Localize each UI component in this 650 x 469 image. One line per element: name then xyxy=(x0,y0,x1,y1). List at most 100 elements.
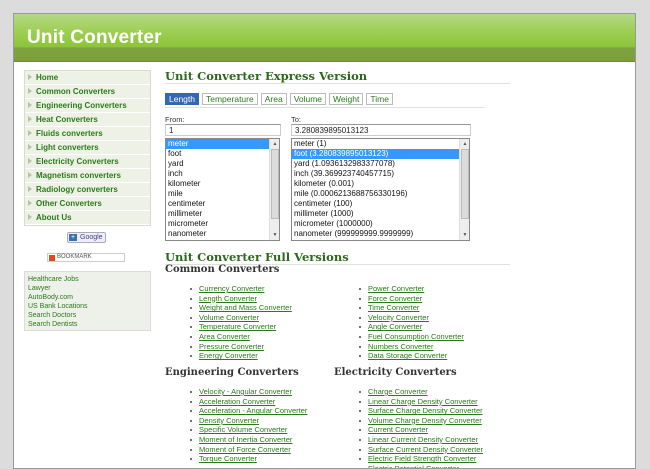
list-item: Power Converter xyxy=(359,284,464,294)
unit-option[interactable]: nanometer (999999999.9999999) xyxy=(292,229,469,239)
converter-link[interactable]: Velocity Converter xyxy=(368,313,429,322)
converter-link[interactable]: Pressure Converter xyxy=(199,342,264,351)
converter-link[interactable]: Volume Converter xyxy=(199,313,259,322)
list-item: Volume Charge Density Converter xyxy=(359,416,483,426)
unit-option[interactable]: millimeter xyxy=(166,209,279,219)
tab-length[interactable]: Length xyxy=(165,93,199,105)
converter-link[interactable]: Volume Charge Density Converter xyxy=(368,416,482,425)
converter-link[interactable]: Moment of Inertia Converter xyxy=(199,435,292,444)
unit-option[interactable]: millimeter (1000) xyxy=(292,209,469,219)
bookmark-button[interactable]: BOOKMARK xyxy=(47,253,125,262)
from-input[interactable]: 1 xyxy=(165,124,281,136)
converter-link[interactable]: Numbers Converter xyxy=(368,342,433,351)
scrollbar[interactable]: ▲ ▼ xyxy=(269,139,279,240)
converter-link[interactable]: Energy Converter xyxy=(199,351,258,360)
tab-volume[interactable]: Volume xyxy=(289,93,327,105)
unit-option[interactable]: meter (1) xyxy=(292,139,469,149)
unit-option[interactable]: nanometer xyxy=(166,229,279,239)
sidebar-link[interactable]: Search Doctors xyxy=(28,311,147,320)
menu-item-radiology-converters[interactable]: Radiology converters xyxy=(25,183,150,197)
unit-option[interactable]: foot xyxy=(166,149,279,159)
scroll-down-arrow-icon[interactable]: ▼ xyxy=(270,230,279,240)
unit-option[interactable]: mile (0.0006213688756330196) xyxy=(292,189,469,199)
list-item: Temperature Converter xyxy=(190,322,292,332)
converter-link[interactable]: Linear Current Density Converter xyxy=(368,435,478,444)
scrollbar-thumb[interactable] xyxy=(271,149,279,219)
converter-link[interactable]: Specific Volume Converter xyxy=(199,425,287,434)
sidebar-link[interactable]: Search Dentists xyxy=(28,320,147,329)
converter-link[interactable]: Angle Converter xyxy=(368,322,422,331)
menu-item-common-converters[interactable]: Common Converters xyxy=(25,85,150,99)
tab-weight[interactable]: Weight xyxy=(329,93,364,105)
tab-area[interactable]: Area xyxy=(260,93,287,105)
unit-option[interactable]: yard xyxy=(166,159,279,169)
list-item: Currency Converter xyxy=(190,284,292,294)
scrollbar[interactable]: ▲ ▼ xyxy=(459,139,469,240)
converter-link[interactable]: Data Storage Converter xyxy=(368,351,447,360)
unit-option[interactable]: kilometer xyxy=(166,179,279,189)
converter-link[interactable]: Moment of Force Converter xyxy=(199,445,291,454)
sidebar-menu: Home Common Converters Engineering Convert… xyxy=(24,70,151,226)
scrollbar-thumb[interactable] xyxy=(461,149,469,219)
converter-link[interactable]: Acceleration - Angular Converter xyxy=(199,406,307,415)
converter-link[interactable]: Length Converter xyxy=(199,294,257,303)
scroll-down-arrow-icon[interactable]: ▼ xyxy=(460,230,469,240)
converter-link[interactable]: Electric Potential Converter xyxy=(368,464,459,468)
sidebar-link[interactable]: Healthcare Jobs xyxy=(28,275,147,284)
converter-link[interactable]: Torque Converter xyxy=(199,454,257,463)
scroll-up-arrow-icon[interactable]: ▲ xyxy=(270,139,279,149)
converter-link[interactable]: Temperature Converter xyxy=(199,322,276,331)
from-unit-select[interactable]: meter foot yard inch kilometer mile centimeter… xyxy=(165,138,280,241)
converter-link[interactable]: Power Converter xyxy=(368,284,424,293)
menu-item-light-converters[interactable]: Light converters xyxy=(25,141,150,155)
full-versions-title: Unit Converter Full Versions xyxy=(165,250,349,264)
unit-option[interactable]: foot (3.280839895013123) xyxy=(292,149,469,159)
converter-link[interactable]: Linear Charge Density Converter xyxy=(368,397,478,406)
converter-link[interactable]: Currency Converter xyxy=(199,284,264,293)
unit-option[interactable]: meter xyxy=(166,139,279,149)
list-item: Time Converter xyxy=(359,303,464,313)
converter-link[interactable]: Time Converter xyxy=(368,303,419,312)
to-unit-select[interactable]: meter (1) foot (3.280839895013123) yard (1… xyxy=(291,138,470,241)
site-title[interactable]: Unit Converter xyxy=(27,27,162,49)
unit-option[interactable]: yard (1.0936132983377078) xyxy=(292,159,469,169)
converter-link[interactable]: Electric Field Strength Converter xyxy=(368,454,476,463)
converter-link[interactable]: Fuel Consumption Converter xyxy=(368,332,464,341)
menu-item-electricity-converters[interactable]: Electricity Converters xyxy=(25,155,150,169)
unit-option[interactable]: kilometer (0.001) xyxy=(292,179,469,189)
converter-link[interactable]: Weight and Mass Converter xyxy=(199,303,292,312)
converter-link[interactable]: Current Converter xyxy=(368,425,428,434)
menu-item-home[interactable]: Home xyxy=(25,71,150,85)
menu-item-engineering-converters[interactable]: Engineering Converters xyxy=(25,99,150,113)
tab-temperature[interactable]: Temperature xyxy=(202,93,258,105)
list-item: Electric Field Strength Converter xyxy=(359,454,483,464)
google-bookmark-button[interactable]: Google xyxy=(67,232,106,243)
sidebar-link[interactable]: Lawyer xyxy=(28,284,147,293)
converter-link[interactable]: Area Converter xyxy=(199,332,250,341)
unit-option[interactable]: centimeter xyxy=(166,199,279,209)
unit-option[interactable]: mile xyxy=(166,189,279,199)
menu-item-magnetism-converters[interactable]: Magnetism converters xyxy=(25,169,150,183)
converter-link[interactable]: Charge Converter xyxy=(368,387,428,396)
unit-option[interactable]: inch (39.369923740457715) xyxy=(292,169,469,179)
converter-link[interactable]: Surface Charge Density Converter xyxy=(368,406,483,415)
menu-item-fluids-converters[interactable]: Fluids converters xyxy=(25,127,150,141)
converter-link[interactable]: Density Converter xyxy=(199,416,259,425)
unit-option[interactable]: centimeter (100) xyxy=(292,199,469,209)
converter-link[interactable]: Surface Current Density Converter xyxy=(368,445,483,454)
menu-item-other-converters[interactable]: Other Converters xyxy=(25,197,150,211)
menu-item-about-us[interactable]: About Us xyxy=(25,211,150,225)
unit-option[interactable]: inch xyxy=(166,169,279,179)
converter-link[interactable]: Velocity - Angular Converter xyxy=(199,387,292,396)
sidebar-link[interactable]: US Bank Locations xyxy=(28,302,147,311)
converter-link[interactable]: Acceleration Converter xyxy=(199,397,275,406)
list-item: Electric Potential Converter xyxy=(359,464,483,468)
unit-option[interactable]: micrometer (1000000) xyxy=(292,219,469,229)
unit-option[interactable]: micrometer xyxy=(166,219,279,229)
scroll-up-arrow-icon[interactable]: ▲ xyxy=(460,139,469,149)
tab-time[interactable]: Time xyxy=(366,93,393,105)
converter-link[interactable]: Force Converter xyxy=(368,294,422,303)
sidebar-link[interactable]: AutoBody.com xyxy=(28,293,147,302)
menu-item-heat-converters[interactable]: Heat Converters xyxy=(25,113,150,127)
to-output[interactable]: 3.280839895013123 xyxy=(291,124,471,136)
